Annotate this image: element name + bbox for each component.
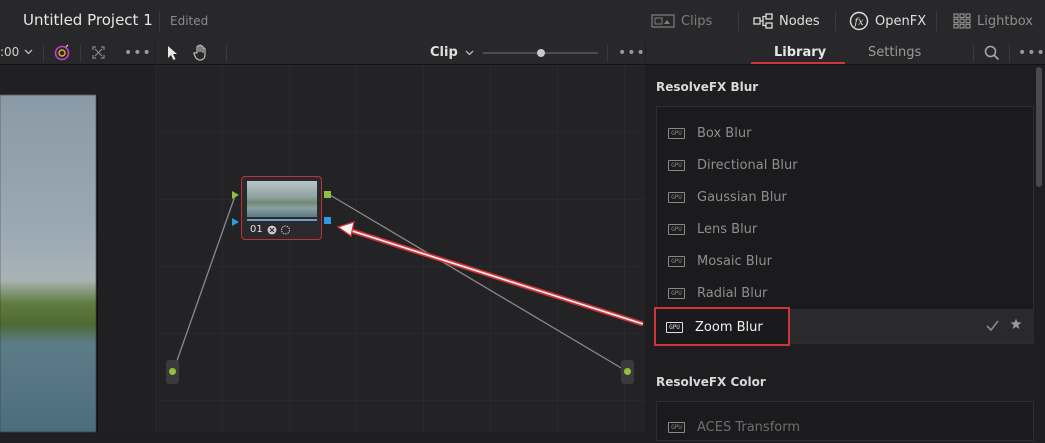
annotation-arrow xyxy=(336,221,644,327)
gpu-icon: GPU xyxy=(668,159,685,171)
effect-item-mosaic-blur[interactable]: GPU Mosaic Blur xyxy=(656,245,1024,277)
output-connection-line xyxy=(329,194,629,373)
node-alpha-input[interactable] xyxy=(232,218,240,226)
effect-item-gaussian-blur[interactable]: GPU Gaussian Blur xyxy=(656,181,1024,213)
effect-item-box-blur[interactable]: GPU Box Blur xyxy=(656,117,1024,149)
highlight-box: GPU Zoom Blur xyxy=(654,307,790,346)
effect-item-label: Radial Blur xyxy=(697,285,768,301)
source-input-node[interactable] xyxy=(166,360,179,384)
favorite-star-icon[interactable] xyxy=(1010,318,1022,330)
corrector-node[interactable]: 01 xyxy=(241,176,322,240)
gpu-icon: GPU xyxy=(668,223,685,235)
effect-item-label: Gaussian Blur xyxy=(697,189,787,205)
section-title-blur: ResolveFX Blur xyxy=(656,80,759,94)
effect-item-label: Lens Blur xyxy=(697,221,758,237)
source-input-dot[interactable] xyxy=(169,368,176,375)
node-alpha-output[interactable] xyxy=(324,217,331,224)
effect-item-label: ACES Transform xyxy=(697,419,801,435)
node-rgb-output[interactable] xyxy=(324,191,331,198)
node-rgb-input[interactable] xyxy=(232,191,240,199)
gpu-icon: GPU xyxy=(668,287,685,299)
effect-item-label: Zoom Blur xyxy=(695,319,763,335)
library-scrollbar[interactable] xyxy=(1036,67,1042,187)
node-thumbnail xyxy=(247,181,317,217)
fx-badge-icon xyxy=(267,225,277,235)
gpu-icon: GPU xyxy=(666,321,683,333)
node-thumbnail-bar xyxy=(247,219,317,221)
node-label: 01 xyxy=(250,224,263,235)
effect-item-radial-blur[interactable]: GPU Radial Blur xyxy=(656,277,1024,309)
gpu-icon: GPU xyxy=(668,191,685,203)
input-connection-line xyxy=(172,195,236,373)
effect-item-lens-blur[interactable]: GPU Lens Blur xyxy=(656,213,1024,245)
section-title-color: ResolveFX Color xyxy=(656,375,766,389)
gpu-icon: GPU xyxy=(668,255,685,267)
gpu-icon: GPU xyxy=(668,421,685,433)
effect-item-aces-transform[interactable]: GPU ACES Transform xyxy=(656,411,1024,443)
effect-item-zoom-blur[interactable]: GPU Zoom Blur xyxy=(656,311,763,343)
cache-badge-icon xyxy=(281,225,290,235)
effect-item-label: Box Blur xyxy=(697,125,752,141)
output-dot[interactable] xyxy=(624,368,631,375)
checkmark-icon[interactable] xyxy=(986,320,999,331)
effect-item-label: Directional Blur xyxy=(697,157,798,173)
output-node[interactable] xyxy=(621,360,634,384)
openfx-library-panel: ResolveFX Blur GPU Zoom Blur ResolveFX C… xyxy=(646,65,1045,441)
effect-item-directional-blur[interactable]: GPU Directional Blur xyxy=(656,149,1024,181)
gpu-icon: GPU xyxy=(668,127,685,139)
effect-item-label: Mosaic Blur xyxy=(697,253,772,269)
